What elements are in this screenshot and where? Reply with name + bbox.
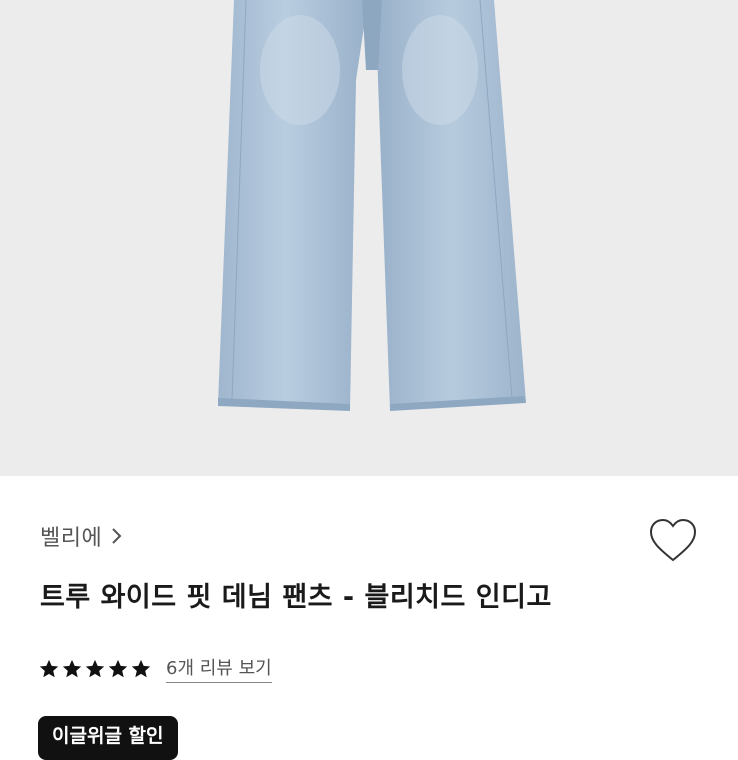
- star-rating: [38, 658, 152, 680]
- chevron-right-icon: [110, 526, 124, 546]
- discount-badge[interactable]: 이글위글 할인: [38, 716, 178, 760]
- star-icon: [39, 659, 59, 677]
- product-image[interactable]: [0, 0, 738, 476]
- star-icon: [131, 659, 151, 677]
- brand-link[interactable]: 벨리에: [40, 520, 124, 552]
- star-icon: [85, 659, 105, 677]
- rating-row: 6개 리뷰 보기: [38, 654, 272, 683]
- product-title: 트루 와이드 핏 데님 팬츠 - 블리치드 인디고: [40, 582, 552, 613]
- brand-name: 벨리에: [40, 526, 103, 551]
- heart-outline-icon: [649, 518, 697, 562]
- star-icon: [62, 659, 82, 677]
- star-icon: [108, 659, 128, 677]
- like-button[interactable]: [648, 518, 698, 564]
- jeans-image: [218, 0, 526, 411]
- review-link[interactable]: 6개 리뷰 보기: [166, 654, 272, 683]
